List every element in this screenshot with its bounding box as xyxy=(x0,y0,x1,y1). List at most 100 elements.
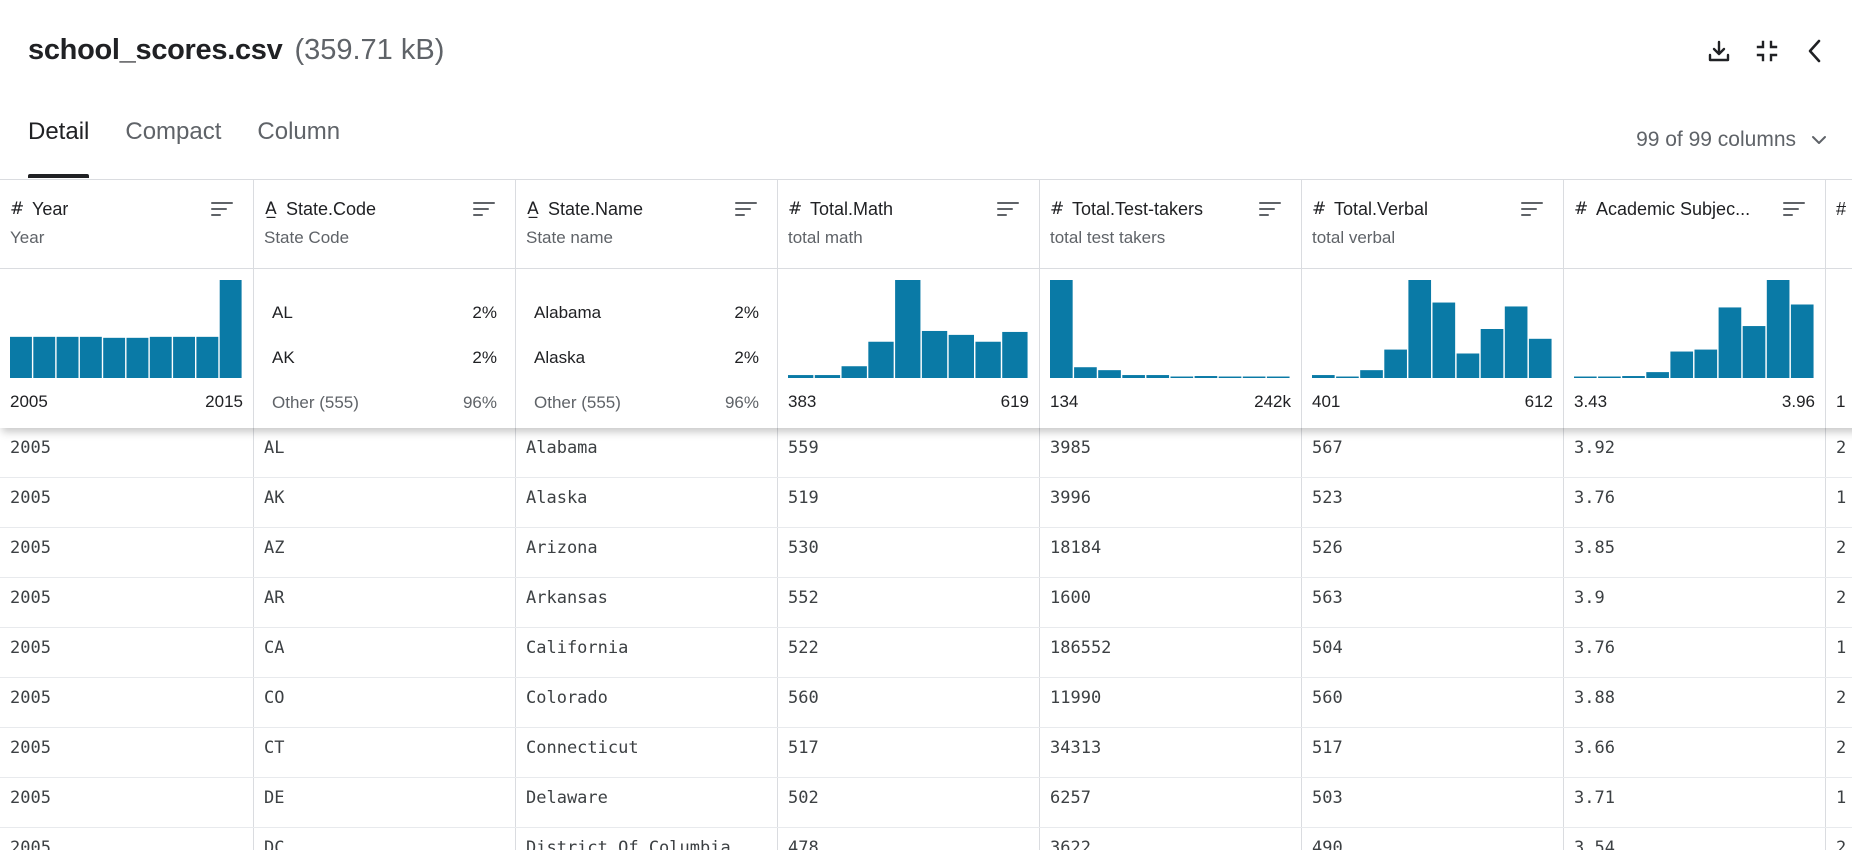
table-cell[interactable]: 530 xyxy=(778,528,1040,577)
table-cell[interactable]: 523 xyxy=(1302,478,1564,527)
histogram-bar[interactable] xyxy=(1504,306,1528,378)
table-cell[interactable]: 559 xyxy=(778,428,1040,477)
sort-icon[interactable] xyxy=(997,200,1019,223)
chevron-left-icon[interactable] xyxy=(1802,38,1828,64)
table-cell[interactable]: 2005 xyxy=(0,728,254,777)
histogram-bar[interactable] xyxy=(126,337,149,378)
histogram-bar[interactable] xyxy=(921,330,948,378)
table-cell[interactable]: 552 xyxy=(778,578,1040,627)
table-cell[interactable]: 11990 xyxy=(1040,678,1302,727)
histogram-bar[interactable] xyxy=(1122,375,1145,378)
histogram-bar[interactable] xyxy=(79,336,102,378)
table-row[interactable]: 2005 AR Arkansas 552 1600 563 3.9 2 xyxy=(0,578,1852,628)
table-row[interactable]: 2005 CO Colorado 560 11990 560 3.88 2 xyxy=(0,678,1852,728)
table-cell[interactable]: 3622 xyxy=(1040,828,1302,850)
category-row[interactable]: AL 2% xyxy=(272,290,497,335)
table-cell[interactable]: Arkansas xyxy=(516,578,778,627)
table-cell[interactable]: 478 xyxy=(778,828,1040,850)
histogram-bar[interactable] xyxy=(1480,329,1504,378)
table-cell[interactable]: AZ xyxy=(254,528,516,577)
category-row[interactable]: Other (555) 96% xyxy=(534,380,759,425)
table-cell[interactable]: 3.92 xyxy=(1564,428,1826,477)
histogram-bar[interactable] xyxy=(1074,367,1097,378)
table-cell[interactable]: 563 xyxy=(1302,578,1564,627)
histogram-bar[interactable] xyxy=(975,341,1001,378)
sort-icon[interactable] xyxy=(735,200,757,223)
sort-icon[interactable] xyxy=(1783,200,1805,223)
category-row[interactable]: AK 2% xyxy=(272,335,497,380)
table-cell[interactable]: 560 xyxy=(778,678,1040,727)
histogram-bar[interactable] xyxy=(1408,280,1432,378)
table-cell[interactable]: CO xyxy=(254,678,516,727)
table-cell[interactable]: 517 xyxy=(778,728,1040,777)
histogram-bar[interactable] xyxy=(1194,376,1218,378)
histogram-bar[interactable] xyxy=(1766,280,1790,378)
histogram-bar[interactable] xyxy=(1598,376,1621,378)
table-row[interactable]: 2005 DE Delaware 502 6257 503 3.71 1 xyxy=(0,778,1852,828)
histogram-bar[interactable] xyxy=(56,336,79,378)
table-cell[interactable]: 2005 xyxy=(0,628,254,677)
histogram-bar[interactable] xyxy=(1694,349,1718,378)
histogram-bar[interactable] xyxy=(219,280,242,378)
table-cell[interactable]: District Of Columbia xyxy=(516,828,778,850)
table-cell[interactable]: 519 xyxy=(778,478,1040,527)
table-cell[interactable]: 567 xyxy=(1302,428,1564,477)
histogram-bar[interactable] xyxy=(868,341,894,378)
table-row[interactable]: 2005 DC District Of Columbia 478 3622 490 3.54… xyxy=(0,828,1852,850)
download-icon[interactable] xyxy=(1706,38,1732,64)
table-cell[interactable]: 2005 xyxy=(0,528,254,577)
table-cell[interactable]: 3.76 xyxy=(1564,478,1826,527)
table-cell[interactable]: DC xyxy=(254,828,516,850)
histogram-bar[interactable] xyxy=(788,375,814,378)
category-row[interactable]: Alabama 2% xyxy=(534,290,759,335)
tab-column[interactable]: Column xyxy=(257,118,340,178)
table-cell[interactable]: 18184 xyxy=(1040,528,1302,577)
sort-icon[interactable] xyxy=(1521,200,1543,223)
histogram-bar[interactable] xyxy=(149,336,172,378)
collapse-icon[interactable] xyxy=(1754,38,1780,64)
histogram-bar[interactable] xyxy=(1790,304,1814,379)
histogram-bar[interactable] xyxy=(1360,370,1383,378)
sort-icon[interactable] xyxy=(473,200,495,223)
table-cell[interactable]: California xyxy=(516,628,778,677)
histogram-bar[interactable] xyxy=(1432,302,1456,378)
table-cell[interactable]: 3.76 xyxy=(1564,628,1826,677)
histogram-bar[interactable] xyxy=(1266,376,1290,378)
tab-detail[interactable]: Detail xyxy=(28,118,90,178)
histogram-bar[interactable] xyxy=(841,366,867,378)
column-title[interactable]: # Total.Verbal xyxy=(1312,194,1553,224)
column-title[interactable]: # Total.Test-takers xyxy=(1050,194,1291,224)
table-cell[interactable]: 3.71 xyxy=(1564,778,1826,827)
histogram-bar[interactable] xyxy=(814,375,841,378)
histogram-bar[interactable] xyxy=(1242,376,1266,378)
table-cell[interactable]: 504 xyxy=(1302,628,1564,677)
table-cell[interactable]: Delaware xyxy=(516,778,778,827)
table-cell[interactable]: 2005 xyxy=(0,428,254,477)
histogram-bar[interactable] xyxy=(10,336,32,378)
column-title[interactable]: A̲ State.Name xyxy=(526,194,767,224)
table-cell[interactable]: 2005 xyxy=(0,478,254,527)
table-cell[interactable]: 526 xyxy=(1302,528,1564,577)
histogram-bar[interactable] xyxy=(1646,372,1669,378)
histogram-bar[interactable] xyxy=(1670,351,1694,378)
table-cell[interactable]: 3.9 xyxy=(1564,578,1826,627)
column-title[interactable]: # Year xyxy=(10,194,243,224)
table-cell[interactable]: 6257 xyxy=(1040,778,1302,827)
sort-icon[interactable] xyxy=(1259,200,1281,223)
histogram-bar[interactable] xyxy=(103,337,126,378)
histogram-bar[interactable] xyxy=(948,334,974,378)
histogram-bar[interactable] xyxy=(1146,375,1170,378)
table-cell[interactable]: AR xyxy=(254,578,516,627)
histogram-bar[interactable] xyxy=(1218,376,1242,378)
table-row[interactable]: 2005 AL Alabama 559 3985 567 3.92 2 xyxy=(0,428,1852,478)
histogram-bar[interactable] xyxy=(173,336,196,378)
histogram-bar[interactable] xyxy=(1336,376,1359,378)
table-cell[interactable]: 560 xyxy=(1302,678,1564,727)
table-cell[interactable]: AL xyxy=(254,428,516,477)
category-row[interactable]: Alaska 2% xyxy=(534,335,759,380)
table-cell[interactable]: 34313 xyxy=(1040,728,1302,777)
table-cell[interactable]: AK xyxy=(254,478,516,527)
table-row[interactable]: 2005 CT Connecticut 517 34313 517 3.66 2 xyxy=(0,728,1852,778)
category-row[interactable]: Other (555) 96% xyxy=(272,380,497,425)
table-cell[interactable]: CA xyxy=(254,628,516,677)
